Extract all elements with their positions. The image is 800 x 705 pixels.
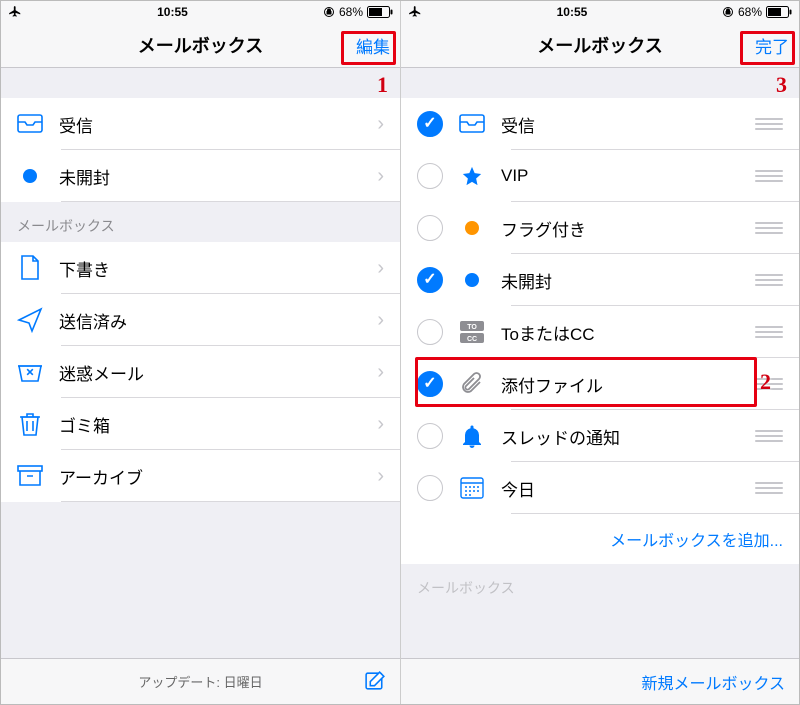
inbox-icon [459, 111, 485, 137]
inbox-icon [17, 111, 43, 137]
mailbox-label: アーカイブ [59, 464, 361, 489]
battery-percent: 68% [339, 5, 363, 19]
section-header: メールボックス [401, 564, 799, 604]
mailbox-row[interactable]: ゴミ箱 › [1, 398, 400, 450]
chevron-right-icon: › [377, 165, 384, 188]
mailbox-label: 未開封 [501, 268, 739, 293]
add-mailbox-row[interactable]: メールボックスを追加... [401, 514, 799, 564]
toolbar: 新規メールボックス [401, 658, 799, 704]
status-bar: 10:55 68% [401, 1, 799, 23]
visibility-checkbox[interactable] [417, 111, 443, 137]
mailbox-row[interactable]: 下書き › [1, 242, 400, 294]
reorder-handle-icon[interactable] [755, 274, 783, 286]
mailbox-edit-row[interactable]: スレッドの通知 [401, 410, 799, 462]
mailbox-row[interactable]: アーカイブ › [1, 450, 400, 502]
mailbox-label: スレッドの通知 [501, 424, 739, 449]
add-mailbox-link[interactable]: メールボックスを追加... [610, 527, 799, 551]
status-bar: 10:55 68% [1, 1, 400, 23]
mailbox-edit-row[interactable]: 添付ファイル [401, 358, 799, 410]
update-status: アップデート: 日曜日 [138, 672, 262, 691]
mailbox-label: 受信 [501, 112, 739, 137]
navbar: メールボックス 編集 [1, 23, 400, 68]
flagdot-icon [459, 215, 485, 241]
mailbox-label: 送信済み [59, 308, 361, 333]
mailbox-label: ゴミ箱 [59, 412, 361, 437]
mailbox-row[interactable]: 未開封 › [1, 150, 400, 202]
mailbox-edit-row[interactable]: TO CC ToまたはCC [401, 306, 799, 358]
page-title: メールボックス [537, 32, 662, 58]
reorder-handle-icon[interactable] [755, 378, 783, 390]
mailbox-label: 下書き [59, 256, 361, 281]
screen-edit-mode: 10:55 68% メールボックス 完了 受信 VIP フラグ付き未開封 TO CC To… [400, 1, 799, 704]
battery-percent: 68% [738, 5, 762, 19]
mailbox-label: 迷惑メール [59, 360, 361, 385]
page-title: メールボックス [138, 32, 263, 58]
visibility-checkbox[interactable] [417, 423, 443, 449]
rotation-lock-icon [323, 6, 335, 18]
trash-icon [17, 411, 43, 437]
section-header: メールボックス [1, 202, 400, 242]
done-button[interactable]: 完了 [755, 33, 789, 58]
mailbox-label: 今日 [501, 476, 739, 501]
tocc-icon: TO CC [459, 319, 485, 345]
chevron-right-icon: › [377, 465, 384, 488]
rotation-lock-icon [722, 6, 734, 18]
reorder-handle-icon[interactable] [755, 430, 783, 442]
reorder-handle-icon[interactable] [755, 222, 783, 234]
visibility-checkbox[interactable] [417, 319, 443, 345]
edit-button[interactable]: 編集 [356, 33, 390, 58]
visibility-checkbox[interactable] [417, 371, 443, 397]
visibility-checkbox[interactable] [417, 267, 443, 293]
battery-icon [766, 6, 792, 18]
chevron-right-icon: › [377, 413, 384, 436]
airplane-mode-icon [408, 5, 422, 19]
mailbox-row[interactable]: 迷惑メール › [1, 346, 400, 398]
bell-icon [459, 423, 485, 449]
battery-icon [367, 6, 393, 18]
compose-button[interactable] [363, 668, 388, 696]
screen-before: 10:55 68% メールボックス 編集 受信 › 未開封 › メールボックス 下書き… [1, 1, 400, 704]
cal-icon [459, 475, 485, 501]
visibility-checkbox[interactable] [417, 475, 443, 501]
archive-icon [17, 463, 43, 489]
visibility-checkbox[interactable] [417, 163, 443, 189]
chevron-right-icon: › [377, 309, 384, 332]
svg-text:CC: CC [467, 336, 477, 343]
visibility-checkbox[interactable] [417, 215, 443, 241]
mailbox-edit-row[interactable]: VIP [401, 150, 799, 202]
mailbox-label: VIP [501, 166, 739, 186]
mailbox-label: 添付ファイル [501, 372, 739, 397]
mailbox-label: ToまたはCC [501, 320, 739, 345]
send-icon [17, 307, 43, 333]
bluedot-icon [459, 267, 485, 293]
doc-icon [17, 255, 43, 281]
mailbox-label: 受信 [59, 112, 361, 137]
mailbox-edit-row[interactable]: 今日 [401, 462, 799, 514]
junk-icon [17, 359, 43, 385]
new-mailbox-button[interactable]: 新規メールボックス [641, 670, 785, 694]
mailbox-row[interactable]: 受信 › [1, 98, 400, 150]
mailbox-edit-row[interactable]: 受信 [401, 98, 799, 150]
mailbox-edit-row[interactable]: 未開封 [401, 254, 799, 306]
mailbox-edit-row[interactable]: フラグ付き [401, 202, 799, 254]
status-time: 10:55 [422, 5, 722, 19]
navbar: メールボックス 完了 [401, 23, 799, 68]
star-icon [459, 163, 485, 189]
airplane-mode-icon [8, 5, 22, 19]
reorder-handle-icon[interactable] [755, 326, 783, 338]
reorder-handle-icon[interactable] [755, 482, 783, 494]
bluedot-icon [17, 163, 43, 189]
mailbox-label: 未開封 [59, 164, 361, 189]
status-time: 10:55 [22, 5, 323, 19]
reorder-handle-icon[interactable] [755, 118, 783, 130]
chevron-right-icon: › [377, 361, 384, 384]
mailbox-label: フラグ付き [501, 216, 739, 241]
mailbox-row[interactable]: 送信済み › [1, 294, 400, 346]
svg-text:TO: TO [467, 324, 477, 331]
clip-icon [459, 371, 485, 397]
toolbar: アップデート: 日曜日 [1, 658, 400, 704]
chevron-right-icon: › [377, 257, 384, 280]
chevron-right-icon: › [377, 113, 384, 136]
reorder-handle-icon[interactable] [755, 170, 783, 182]
